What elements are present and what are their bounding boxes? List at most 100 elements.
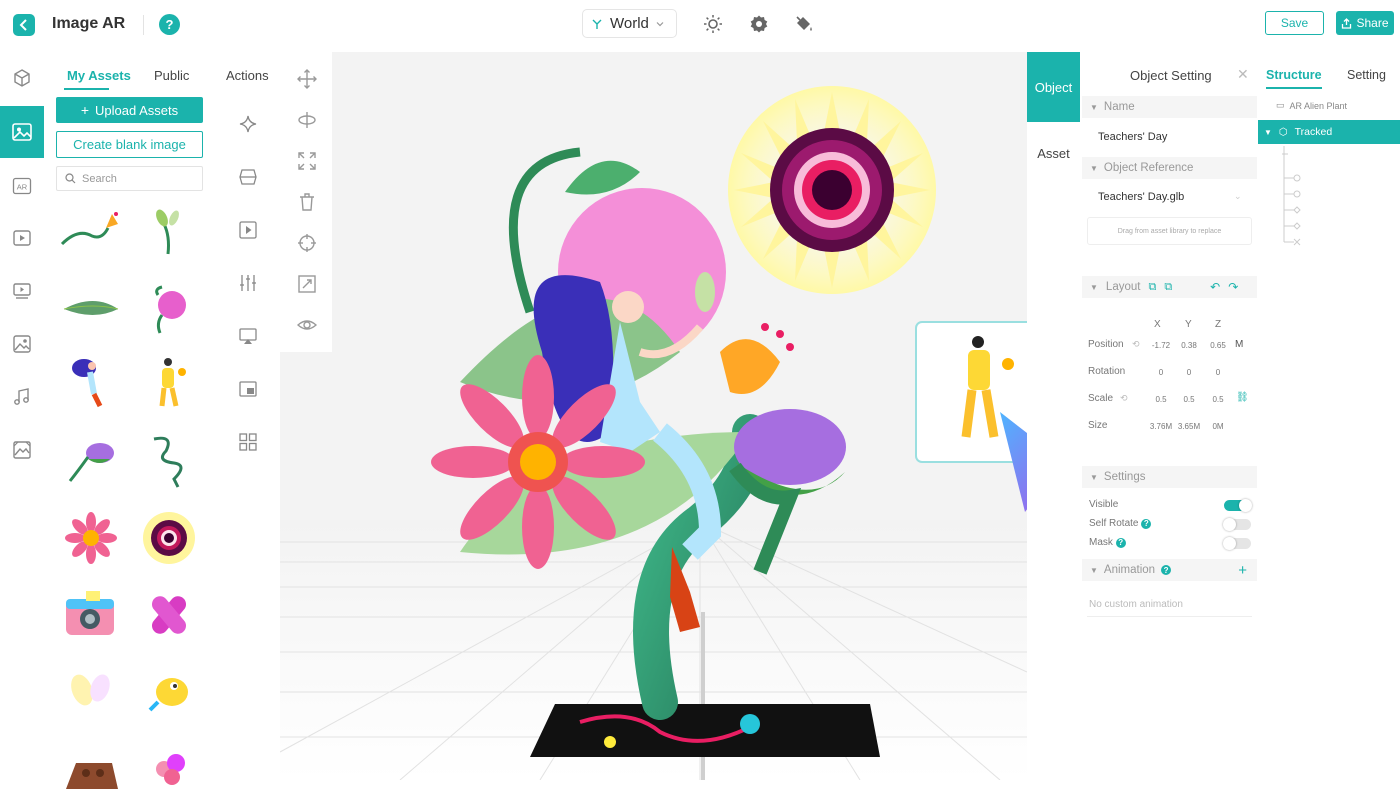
- asset-thumb-pink-cross[interactable]: [134, 585, 204, 645]
- trash-icon[interactable]: [296, 191, 318, 213]
- section-name[interactable]: ▼ Name: [1082, 96, 1257, 118]
- close-icon[interactable]: ✕: [1237, 66, 1249, 83]
- search-input[interactable]: Search: [56, 166, 203, 191]
- back-button[interactable]: [13, 14, 35, 36]
- section-layout[interactable]: ▼ Layout ⧉ ⧉ ↶ ↷: [1082, 276, 1257, 298]
- reset-icon[interactable]: ⟲: [1120, 393, 1128, 404]
- scene-viewport[interactable]: [280, 52, 1027, 780]
- redo-icon[interactable]: ↷: [1228, 280, 1238, 294]
- help-icon[interactable]: ?: [1161, 565, 1172, 575]
- music-icon[interactable]: [0, 371, 44, 423]
- position-z[interactable]: 0.65: [1206, 341, 1230, 350]
- eye-icon[interactable]: [296, 314, 318, 336]
- tab-my-assets[interactable]: My Assets: [67, 68, 131, 83]
- video-icon[interactable]: [0, 212, 44, 264]
- reset-icon[interactable]: ⟲: [1132, 339, 1140, 350]
- tab-actions[interactable]: Actions: [226, 68, 269, 83]
- cube-icon[interactable]: [0, 52, 44, 104]
- asset-thumb-yellow-bird[interactable]: [134, 662, 204, 722]
- scale-y[interactable]: 0.5: [1177, 395, 1201, 404]
- position-y[interactable]: 0.38: [1177, 341, 1201, 350]
- help-icon[interactable]: ?: [1141, 518, 1152, 529]
- orange-tulip-object[interactable]: [720, 323, 794, 394]
- world-selector[interactable]: World: [582, 9, 677, 38]
- visible-toggle[interactable]: [1224, 499, 1252, 512]
- position-x[interactable]: -1.72: [1149, 341, 1173, 350]
- share-button[interactable]: Share: [1336, 11, 1394, 35]
- box-icon[interactable]: [236, 165, 260, 189]
- tab-structure[interactable]: Structure: [1266, 68, 1322, 82]
- rotate-icon[interactable]: [296, 109, 318, 131]
- copy-icon[interactable]: ⧉: [1148, 281, 1156, 294]
- asset-thumb-sun-ring[interactable]: [134, 508, 204, 568]
- undo-icon[interactable]: ↶: [1210, 280, 1220, 294]
- gear-icon[interactable]: [747, 12, 771, 36]
- sparkle-icon[interactable]: [236, 112, 260, 136]
- scale-z[interactable]: 0.5: [1206, 395, 1230, 404]
- tab-setting[interactable]: Setting: [1347, 68, 1386, 82]
- asset-thumb-pink-bulb[interactable]: [134, 277, 204, 337]
- picture-in-picture-icon[interactable]: [236, 377, 260, 401]
- tab-object[interactable]: Object: [1027, 52, 1080, 122]
- create-blank-image-button[interactable]: Create blank image: [56, 131, 203, 158]
- structure-panel: Structure Setting ▭ AR Alien Plant ▼ ⬡ T…: [1258, 52, 1400, 780]
- tab-asset[interactable]: Asset: [1027, 140, 1080, 166]
- tree-children[interactable]: [1276, 146, 1316, 250]
- save-button[interactable]: Save: [1265, 11, 1324, 35]
- asset-thumb-purple-bulb[interactable]: [56, 431, 126, 491]
- asset-thumb-flower-stem[interactable]: [56, 200, 126, 260]
- asset-thumb-butterfly[interactable]: [56, 662, 126, 722]
- play-icon[interactable]: [236, 218, 260, 242]
- rotation-y[interactable]: 0: [1177, 368, 1201, 377]
- self-rotate-toggle[interactable]: [1223, 518, 1251, 531]
- rotation-x[interactable]: 0: [1149, 368, 1173, 377]
- grid-icon[interactable]: [236, 430, 260, 454]
- paste-icon[interactable]: ⧉: [1164, 281, 1172, 294]
- presentation-icon[interactable]: [236, 324, 260, 348]
- object-name-value[interactable]: Teachers' Day: [1098, 131, 1167, 143]
- upload-assets-button[interactable]: + Upload Assets: [56, 97, 203, 123]
- mask-toggle[interactable]: [1223, 537, 1251, 550]
- tree-root[interactable]: ▭ AR Alien Plant: [1276, 100, 1347, 111]
- caret-down-icon: ▼: [1090, 565, 1098, 575]
- drop-zone[interactable]: Drag from asset library to replace: [1087, 217, 1252, 245]
- section-settings[interactable]: ▼ Settings: [1082, 466, 1257, 488]
- target-icon[interactable]: [296, 232, 318, 254]
- gallery-icon[interactable]: [0, 424, 44, 476]
- paint-bucket-icon[interactable]: [792, 12, 816, 36]
- asset-thumb-chocolate[interactable]: [56, 739, 126, 799]
- asset-thumb-sprout[interactable]: [134, 200, 204, 260]
- fit-icon[interactable]: [296, 273, 318, 295]
- add-animation-icon[interactable]: +: [1238, 562, 1247, 579]
- sun-object[interactable]: [728, 86, 936, 294]
- sun-icon[interactable]: [701, 12, 725, 36]
- asset-thumb-green-vine[interactable]: [134, 431, 204, 491]
- chevron-down-icon[interactable]: ⌄: [1234, 191, 1242, 202]
- tree-item-tracked[interactable]: ▼ ⬡ Tracked: [1258, 120, 1400, 144]
- picture-icon[interactable]: [0, 318, 44, 370]
- section-animation[interactable]: ▼ Animation ? +: [1082, 559, 1257, 581]
- scale-icon[interactable]: [296, 150, 318, 172]
- sliders-icon[interactable]: [236, 271, 260, 295]
- section-object-reference[interactable]: ▼ Object Reference: [1082, 157, 1257, 179]
- object-reference-value[interactable]: Teachers' Day.glb: [1098, 191, 1184, 203]
- red-daisy-object[interactable]: [431, 355, 645, 569]
- image-icon[interactable]: [0, 106, 44, 158]
- rotation-z[interactable]: 0: [1206, 368, 1230, 377]
- asset-thumb-pink-flower[interactable]: [56, 508, 126, 568]
- position-unit[interactable]: M: [1235, 339, 1243, 350]
- asset-thumb-camera[interactable]: [56, 585, 126, 645]
- asset-thumb-yellow-boy[interactable]: [134, 354, 204, 414]
- scale-x[interactable]: 0.5: [1149, 395, 1173, 404]
- move-icon[interactable]: [296, 68, 318, 90]
- self-rotate-label: Self Rotate ?: [1089, 518, 1152, 529]
- help-icon[interactable]: ?: [1115, 537, 1126, 548]
- asset-thumb-leaf[interactable]: [56, 277, 126, 337]
- help-icon[interactable]: ?: [159, 14, 180, 35]
- tab-public[interactable]: Public: [154, 68, 189, 83]
- asset-thumb-dancing-girl[interactable]: [56, 354, 126, 414]
- ar-icon[interactable]: AR: [0, 160, 44, 212]
- asset-thumb-balloons[interactable]: [134, 739, 204, 799]
- slideshow-icon[interactable]: [0, 265, 44, 317]
- link-icon[interactable]: ⛓: [1236, 392, 1249, 403]
